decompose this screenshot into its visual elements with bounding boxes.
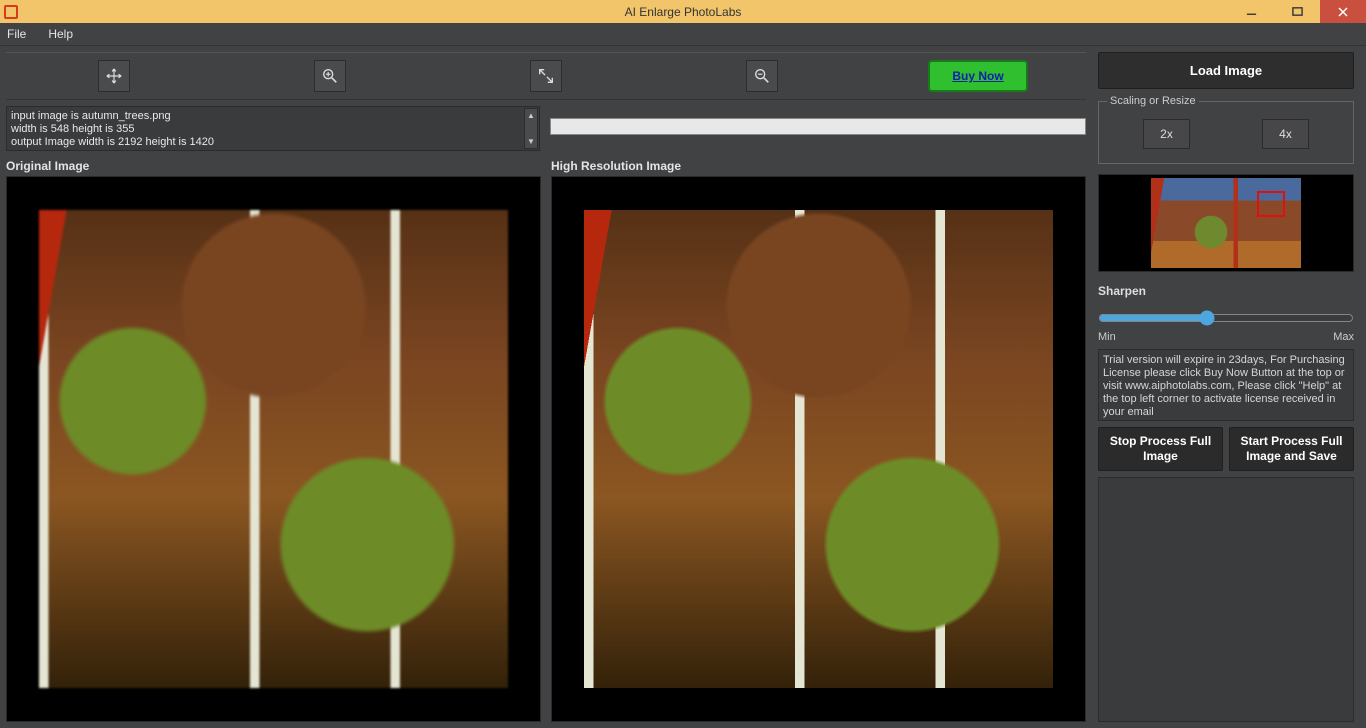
info-row: input image is autumn_trees.png width is… [6,106,1086,151]
window-controls [1228,0,1366,23]
labels-row: Original Image High Resolution Image [6,159,1086,173]
original-label: Original Image [6,159,541,173]
maximize-button[interactable] [1274,0,1320,23]
highres-label: High Resolution Image [551,159,1086,173]
highres-image [584,210,1053,689]
thumbnail-navigator[interactable] [1098,174,1354,272]
scaling-fieldset: Scaling or Resize 2x 4x [1098,95,1354,164]
content: Buy Now input image is autumn_trees.png … [0,46,1366,728]
move-icon [105,67,123,85]
zoom-in-icon [321,67,339,85]
toolbar: Buy Now [6,52,1086,100]
zoom-in-button[interactable] [314,60,346,92]
info-line-3: output Image width is 2192 height is 142… [11,136,535,149]
info-line-2: width is 548 height is 355 [11,123,535,136]
process-button-row: Stop Process Full Image Start Process Fu… [1098,427,1354,471]
minimize-button[interactable] [1228,0,1274,23]
thumbnail-viewport-rect[interactable] [1257,191,1285,217]
titlebar: AI Enlarge PhotoLabs [0,0,1366,23]
close-icon [1337,6,1349,18]
info-log[interactable]: input image is autumn_trees.png width is… [6,106,540,151]
trial-info-box: Trial version will expire in 23days, For… [1098,349,1354,421]
scale-2x-button[interactable]: 2x [1143,119,1190,149]
stop-process-button[interactable]: Stop Process Full Image [1098,427,1223,471]
scroll-up-icon[interactable]: ▲ [525,109,537,122]
buy-now-button[interactable]: Buy Now [928,60,1027,92]
menu-file[interactable]: File [7,27,26,41]
app-icon [4,5,18,19]
sharpen-slider-wrap: Min Max [1098,308,1354,343]
original-viewer[interactable] [6,176,541,722]
scaling-legend: Scaling or Resize [1107,95,1199,107]
scroll-down-icon[interactable]: ▼ [525,135,537,148]
expand-icon [537,67,555,85]
scale-4x-button[interactable]: 4x [1262,119,1309,149]
menubar: File Help [0,23,1366,46]
slider-min-label: Min [1098,331,1116,343]
left-panel: Buy Now input image is autumn_trees.png … [0,46,1092,728]
minimize-icon [1246,6,1257,17]
close-button[interactable] [1320,0,1366,23]
progress-bar [550,118,1086,135]
info-scrollbar[interactable]: ▲ ▼ [524,108,538,149]
viewers [6,176,1086,722]
output-log-box [1098,477,1354,722]
sharpen-slider[interactable] [1098,308,1354,328]
menu-help[interactable]: Help [48,27,73,41]
fullscreen-button[interactable] [530,60,562,92]
window-title: AI Enlarge PhotoLabs [625,5,742,19]
highres-viewer[interactable] [551,176,1086,722]
sharpen-label: Sharpen [1098,284,1354,298]
zoom-out-button[interactable] [746,60,778,92]
right-panel: Load Image Scaling or Resize 2x 4x Sharp… [1092,46,1364,728]
maximize-icon [1292,6,1303,17]
move-button[interactable] [98,60,130,92]
slider-max-label: Max [1333,331,1354,343]
info-line-1: input image is autumn_trees.png [11,110,535,123]
zoom-out-icon [753,67,771,85]
load-image-button[interactable]: Load Image [1098,52,1354,89]
start-process-button[interactable]: Start Process Full Image and Save [1229,427,1354,471]
progress-wrap [550,106,1086,151]
original-image [39,210,508,689]
